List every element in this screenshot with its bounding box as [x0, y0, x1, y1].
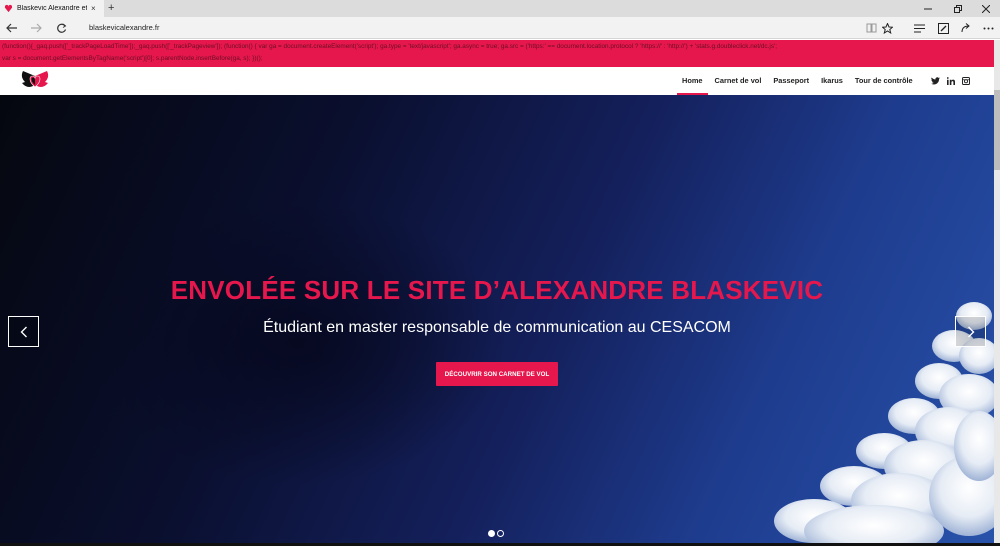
nav-item-home[interactable]: Home — [676, 67, 709, 95]
browser-tab[interactable]: Blaskevic Alexandre etu × — [0, 0, 104, 17]
browser-tab-strip: Blaskevic Alexandre etu × + — [0, 0, 1000, 17]
hero-slider: ENVOLÉE SUR LE SITE D’ALEXANDRE BLASKEVI… — [0, 95, 994, 546]
back-button[interactable] — [3, 20, 21, 36]
chevron-right-icon — [967, 326, 974, 337]
script-error-text: (function(){_gaq.push(['_trackPageLoadTi… — [0, 40, 994, 67]
instagram-icon — [962, 77, 970, 85]
slider-prev-button[interactable] — [8, 316, 39, 347]
hero-subtitle: Étudiant en master responsable de commun… — [263, 319, 731, 336]
share-icon — [961, 22, 970, 32]
refresh-button[interactable] — [52, 20, 70, 36]
slider-dot-2[interactable] — [497, 530, 504, 537]
tab-close-button[interactable]: × — [91, 4, 96, 13]
favorite-button[interactable] — [880, 21, 894, 35]
reading-view-icon — [866, 23, 876, 33]
nav-item-carnet-de-vol[interactable]: Carnet de vol — [709, 67, 768, 95]
scrollbar-thumb[interactable] — [994, 90, 1000, 170]
instagram-link[interactable] — [960, 75, 972, 87]
forward-arrow-icon — [31, 23, 42, 33]
pen-icon — [937, 22, 949, 34]
url-field[interactable]: blaskevicalexandre.fr — [89, 23, 159, 32]
star-icon — [881, 22, 893, 34]
minimize-button[interactable] — [914, 0, 942, 17]
discover-logbook-button[interactable]: DÉCOUVRIR SON CARNET DE VOL — [436, 362, 558, 386]
main-nav: Home Carnet de vol Passeport Ikarus Tour… — [676, 67, 919, 95]
hub-icon — [913, 24, 925, 32]
close-window-button[interactable] — [972, 0, 1000, 17]
web-note-button[interactable] — [936, 21, 950, 35]
site-header: Home Carnet de vol Passeport Ikarus Tour… — [0, 67, 994, 95]
twitter-icon — [930, 77, 940, 85]
new-tab-button[interactable]: + — [108, 1, 114, 15]
page-scrollbar[interactable] — [994, 40, 1000, 546]
browser-address-bar: blaskevicalexandre.fr — [0, 17, 1000, 39]
site-favicon-icon — [4, 4, 13, 13]
nav-item-tour-de-controle[interactable]: Tour de contrôle — [849, 67, 919, 95]
error-line: (function(){_gaq.push(['_trackPageLoadTi… — [2, 43, 778, 50]
back-arrow-icon — [6, 23, 17, 33]
reading-view-button[interactable] — [864, 21, 878, 35]
linkedin-icon — [947, 77, 955, 85]
close-icon — [982, 4, 990, 13]
slider-next-button[interactable] — [955, 316, 986, 347]
slider-dot-1[interactable] — [488, 530, 495, 537]
more-dots-icon — [983, 27, 993, 29]
forward-button[interactable] — [27, 20, 45, 36]
hero-title: ENVOLÉE SUR LE SITE D’ALEXANDRE BLASKEVI… — [170, 275, 824, 305]
minimize-icon — [924, 8, 932, 9]
share-button[interactable] — [958, 21, 972, 35]
nav-item-ikarus[interactable]: Ikarus — [815, 67, 849, 95]
hub-button[interactable] — [912, 21, 926, 35]
slider-pagination — [488, 530, 504, 537]
restore-button[interactable] — [944, 0, 972, 17]
linkedin-link[interactable] — [945, 75, 957, 87]
nav-item-passeport[interactable]: Passeport — [767, 67, 815, 95]
restore-icon — [954, 4, 962, 13]
refresh-icon — [56, 23, 66, 33]
site-logo[interactable] — [19, 69, 51, 93]
tab-title: Blaskevic Alexandre etu — [17, 5, 87, 12]
error-line: var s = document.getElementsByTagName('s… — [2, 55, 263, 62]
twitter-link[interactable] — [929, 75, 941, 87]
more-button[interactable] — [981, 21, 995, 35]
chevron-left-icon — [20, 326, 27, 337]
